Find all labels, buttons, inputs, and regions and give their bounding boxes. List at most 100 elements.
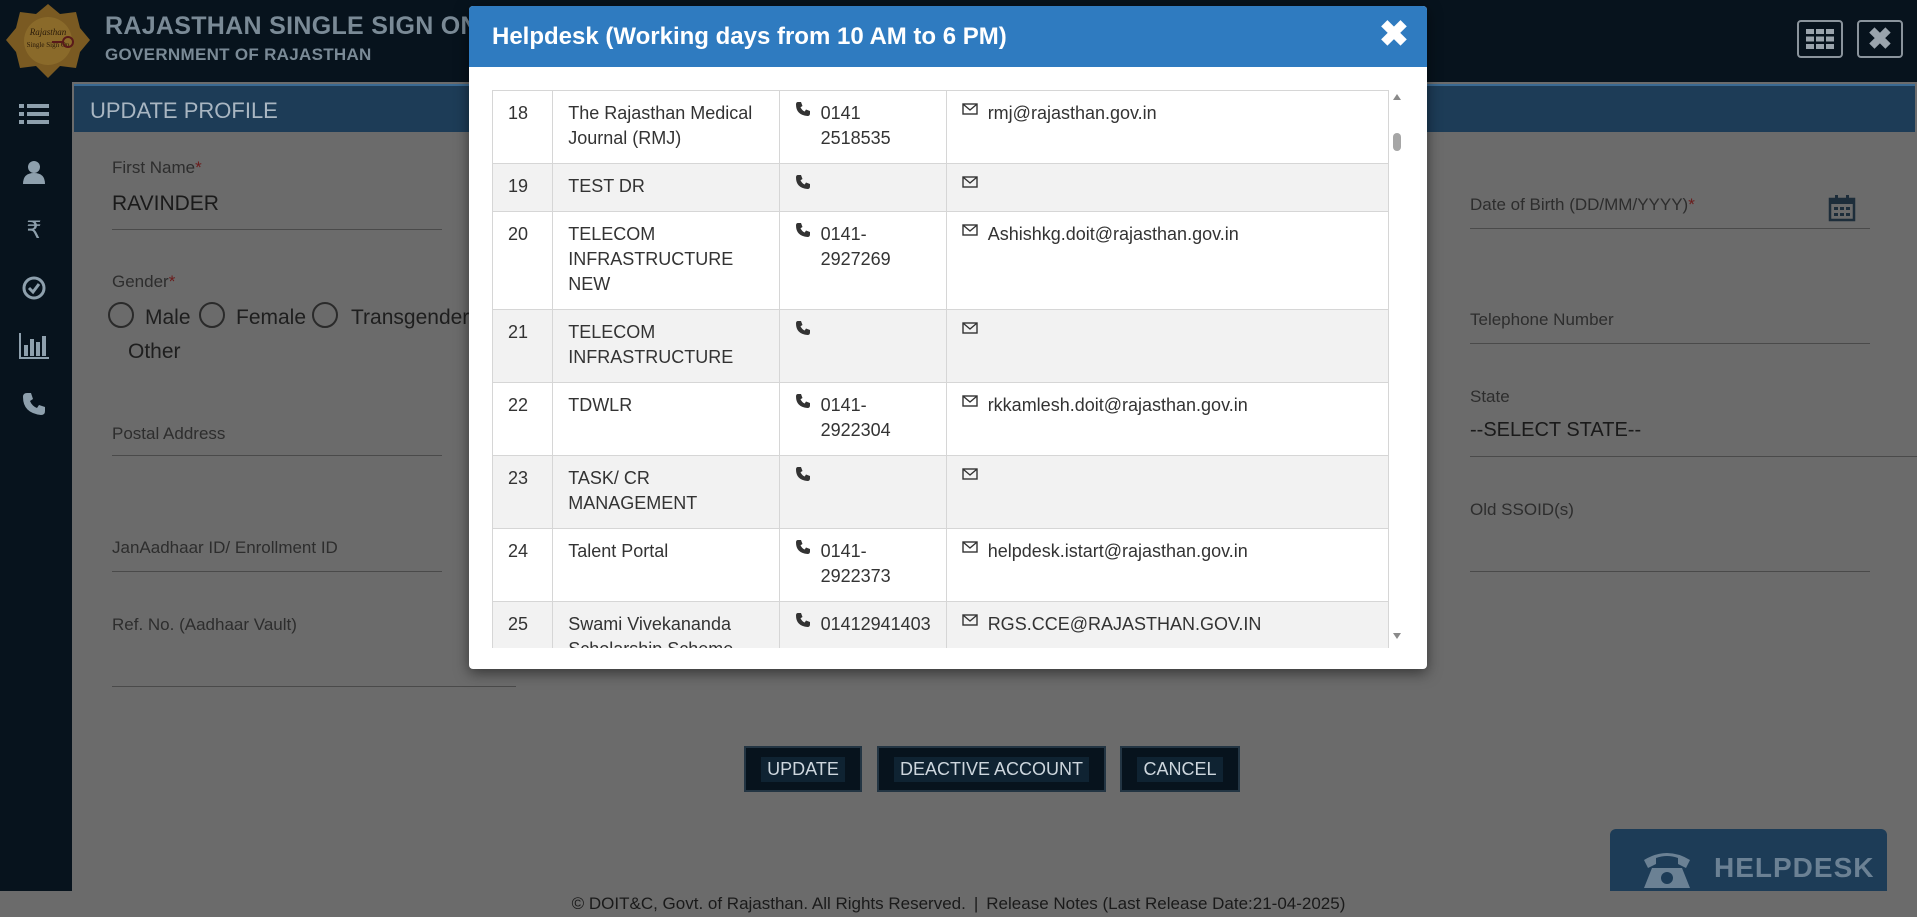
dob-label: Date of Birth (DD/MM/YYYY)*: [1470, 195, 1695, 214]
deactive-account-button[interactable]: DEACTIVE ACCOUNT: [877, 746, 1106, 792]
envelope-icon: [961, 103, 978, 115]
row-number: 20: [492, 211, 554, 310]
brand-title: RAJASTHAN SINGLE SIGN ON: [105, 12, 479, 40]
page-title: UPDATE PROFILE: [90, 98, 278, 123]
footer-separator: |: [973, 894, 979, 913]
row-number: 22: [492, 382, 554, 456]
apps-grid-button[interactable]: [1797, 20, 1843, 58]
gender-other-label: Other: [128, 340, 181, 363]
update-button[interactable]: UPDATE: [744, 746, 862, 792]
phone-number: 0141 2518535: [820, 103, 891, 148]
gender-male-label: Male: [145, 306, 191, 329]
modal-scrollbar[interactable]: [1389, 90, 1406, 648]
phone-number: 01412941403: [820, 614, 931, 634]
phone-icon: [795, 175, 810, 189]
row-email: helpdesk.istart@rajasthan.gov.in: [945, 528, 1389, 602]
modal-title: Helpdesk (Working days from 10 AM to 6 P…: [492, 23, 1007, 50]
telephone-icon: [1644, 852, 1690, 888]
copyright-text: © DOIT&C, Govt. of Rajasthan. All Rights…: [571, 894, 966, 913]
bar-chart-icon[interactable]: [18, 330, 50, 362]
email-link[interactable]: helpdesk.istart@rajasthan.gov.in: [988, 539, 1248, 564]
gender-transgender-label: Transgender: [351, 306, 470, 329]
modal-header: Helpdesk (Working days from 10 AM to 6 P…: [469, 6, 1427, 67]
row-number: 19: [492, 163, 554, 212]
row-number-text: 25: [508, 614, 529, 634]
logout-close-button[interactable]: ✖: [1857, 20, 1903, 58]
row-phone: [778, 455, 947, 529]
phone-number: 0141-2922304: [820, 395, 891, 440]
envelope-icon: [961, 468, 978, 480]
row-number-text: 19: [508, 176, 529, 196]
row-email: rmj@rajasthan.gov.in: [945, 90, 1389, 164]
department-name: Talent Portal: [568, 541, 669, 561]
helpdesk-label: HELPDESK: [1714, 851, 1875, 883]
table-row: 21 TELECOM INFRASTRUCTURE: [492, 309, 1389, 383]
row-phone: 0141-2922373: [778, 528, 947, 602]
phone-number: [821, 466, 931, 482]
helpdesk-modal: Helpdesk (Working days from 10 AM to 6 P…: [469, 6, 1427, 669]
row-email: [945, 163, 1389, 212]
check-circle-icon[interactable]: [18, 272, 50, 304]
modal-close-button[interactable]: ✖: [1379, 16, 1409, 52]
department-name: TELECOM INFRASTRUCTURE NEW: [568, 224, 734, 294]
calendar-icon[interactable]: [1828, 194, 1856, 222]
rupee-icon[interactable]: ₹: [18, 214, 50, 246]
table-row: 20 TELECOM INFRASTRUCTURE NEW 0141-29272…: [492, 211, 1389, 310]
envelope-icon: [961, 614, 978, 626]
table-row: 24 Talent Portal 0141-2922373 helpdesk.i…: [492, 528, 1389, 602]
scroll-thumb[interactable]: [1393, 133, 1401, 151]
table-row: 22 TDWLR 0141-2922304 rkkamlesh.doit@raj…: [492, 382, 1389, 456]
svg-text:Rajasthan: Rajasthan: [29, 27, 67, 37]
row-phone: 0141-2922304: [778, 382, 947, 456]
phone-icon: [795, 613, 810, 627]
phone-number: [821, 174, 931, 190]
scroll-up-arrow-icon[interactable]: [1393, 94, 1401, 100]
helpdesk-table: 18 The Rajasthan Medical Journal (RMJ) 0…: [492, 90, 1389, 648]
brand-subtitle: GOVERNMENT OF RAJASTHAN: [105, 45, 372, 64]
first-name-label: First Name*: [112, 158, 202, 177]
old-ssoid-label: Old SSOID(s): [1470, 500, 1574, 519]
user-icon[interactable]: [18, 156, 50, 188]
email-link[interactable]: Ashishkg.doit@rajasthan.gov.in: [988, 222, 1239, 247]
state-label: State: [1470, 387, 1510, 406]
phone-icon: [795, 540, 810, 554]
close-icon: ✖: [1867, 22, 1893, 56]
gender-male-radio[interactable]: [108, 302, 134, 328]
gender-female-radio[interactable]: [199, 302, 225, 328]
email-link[interactable]: rkkamlesh.doit@rajasthan.gov.in: [988, 393, 1248, 418]
ref-no-label: Ref. No. (Aadhaar Vault): [112, 615, 297, 634]
row-department: TEST DR: [552, 163, 780, 212]
envelope-icon: [961, 395, 978, 407]
row-number: 23: [492, 455, 554, 529]
row-department: Swami Vivekananda Scholarship Scheme: [552, 601, 780, 648]
cancel-button[interactable]: CANCEL: [1120, 746, 1240, 792]
phone-icon[interactable]: [18, 388, 50, 420]
department-name: TDWLR: [568, 395, 633, 415]
first-name-field[interactable]: RAVINDER: [112, 192, 219, 216]
phone-icon: [795, 102, 810, 116]
department-name: TASK/ CR MANAGEMENT: [568, 468, 698, 513]
department-name: TELECOM INFRASTRUCTURE: [568, 322, 734, 367]
phone-number: 0141-2927269: [820, 224, 891, 269]
helpdesk-table-container[interactable]: 18 The Rajasthan Medical Journal (RMJ) 0…: [492, 90, 1389, 648]
row-email: RGS.CCE@RAJASTHAN.GOV.IN: [945, 601, 1389, 648]
row-email: [945, 455, 1389, 529]
state-select[interactable]: --SELECT STATE--: [1470, 419, 1641, 442]
release-notes-link[interactable]: Release Notes (Last Release Date:21-04-2…: [986, 894, 1345, 913]
scroll-down-arrow-icon[interactable]: [1393, 633, 1401, 639]
table-row: 25 Swami Vivekananda Scholarship Scheme …: [492, 601, 1389, 648]
row-phone: [778, 309, 947, 383]
row-number-text: 18: [508, 103, 529, 123]
row-department: TELECOM INFRASTRUCTURE: [552, 309, 780, 383]
envelope-icon: [961, 541, 978, 553]
gender-transgender-radio[interactable]: [312, 302, 338, 328]
envelope-icon: [961, 322, 978, 334]
row-number-text: 23: [508, 468, 529, 488]
phone-icon: [795, 394, 810, 408]
footer: © DOIT&C, Govt. of Rajasthan. All Rights…: [0, 891, 1917, 917]
email-link[interactable]: RGS.CCE@RAJASTHAN.GOV.IN: [988, 612, 1262, 637]
row-phone: [778, 163, 947, 212]
postal-address-label: Postal Address: [112, 424, 226, 443]
email-link[interactable]: rmj@rajasthan.gov.in: [988, 101, 1157, 126]
menu-list-icon[interactable]: [18, 98, 50, 130]
